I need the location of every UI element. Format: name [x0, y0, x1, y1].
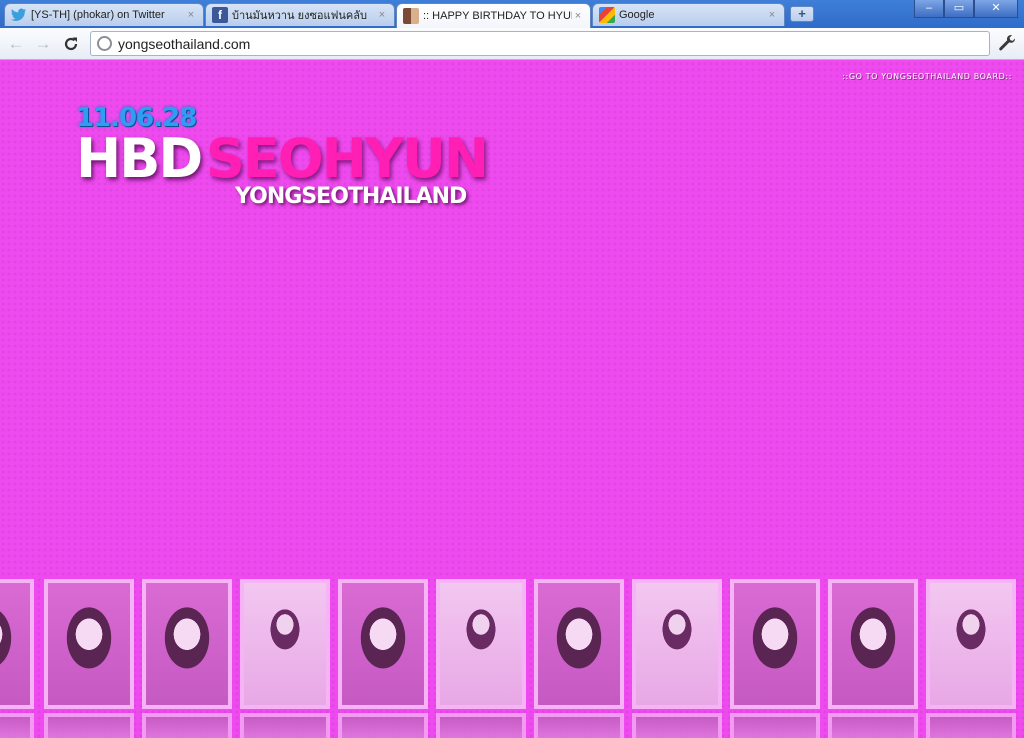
browser-toolbar: ← → yongseothailand.com [0, 28, 1024, 60]
address-bar[interactable]: yongseothailand.com [90, 31, 990, 56]
globe-icon [97, 36, 112, 51]
google-icon [599, 7, 615, 23]
wrench-icon [999, 34, 1016, 51]
photo-thumbnail[interactable] [142, 579, 232, 709]
photo-gallery [0, 579, 1024, 738]
forward-button[interactable]: → [33, 34, 53, 54]
new-tab-button[interactable]: + [790, 6, 814, 22]
board-link[interactable]: ::GO TO YONGSEOTHAILAND BOARD:: [842, 72, 1012, 81]
name-title: SEOHYUN [206, 127, 489, 190]
close-tab-icon[interactable]: × [376, 9, 388, 21]
close-tab-icon[interactable]: × [572, 10, 584, 22]
tab-strip: [YS-TH] (phokar) on Twitter × f บ้านมันห… [0, 0, 1024, 28]
tab-title: Google [619, 9, 655, 21]
minimize-button[interactable]: – [914, 0, 944, 18]
close-window-button[interactable]: ✕ [974, 0, 1018, 18]
tab-title: [YS-TH] (phokar) on Twitter [31, 9, 165, 21]
photo-reflection [436, 713, 526, 738]
photo-thumbnail[interactable] [828, 579, 918, 709]
reload-button[interactable] [61, 34, 81, 54]
back-button[interactable]: ← [6, 34, 26, 54]
photo-reflection [730, 713, 820, 738]
url-text: yongseothailand.com [118, 35, 251, 52]
girls-favicon-icon [403, 8, 419, 24]
photo-thumbnail[interactable] [240, 579, 330, 709]
photo-reflection [142, 713, 232, 738]
photo-reflection [240, 713, 330, 738]
close-tab-icon[interactable]: × [766, 9, 778, 21]
photo-reflection [0, 713, 34, 738]
photo-thumbnail[interactable] [44, 579, 134, 709]
tab-birthday[interactable]: :: HAPPY BIRTHDAY TO HYUN × [396, 3, 591, 28]
site-title: YONGSEOTHAILAND [235, 184, 467, 209]
photo-thumbnail[interactable] [338, 579, 428, 709]
page-content: ::GO TO YONGSEOTHAILAND BOARD:: 11.06.28… [0, 61, 1024, 738]
photo-reflection [926, 713, 1016, 738]
tab-twitter[interactable]: [YS-TH] (phokar) on Twitter × [4, 3, 204, 26]
wrench-menu-button[interactable] [998, 34, 1016, 56]
photo-reflection [632, 713, 722, 738]
photo-thumbnail[interactable] [0, 579, 34, 709]
photo-thumbnail[interactable] [534, 579, 624, 709]
photo-reflection [338, 713, 428, 738]
tab-title: :: HAPPY BIRTHDAY TO HYUN [423, 10, 572, 22]
photo-thumbnail[interactable] [436, 579, 526, 709]
photo-reflection [44, 713, 134, 738]
tab-title: บ้านมันหวาน ยงซอแฟนคลับ [232, 10, 367, 22]
restore-button[interactable]: ▭ [944, 0, 974, 18]
photo-reflection [534, 713, 624, 738]
photo-reflection [828, 713, 918, 738]
close-tab-icon[interactable]: × [185, 9, 197, 21]
photo-thumbnail[interactable] [632, 579, 722, 709]
photo-thumbnail[interactable] [730, 579, 820, 709]
hbd-title: HBD [76, 127, 203, 190]
window-controls: – ▭ ✕ [914, 0, 1018, 18]
tab-google[interactable]: Google × [592, 3, 785, 26]
photo-thumbnail[interactable] [926, 579, 1016, 709]
facebook-icon: f [212, 7, 228, 23]
reload-icon [64, 37, 78, 51]
tab-facebook[interactable]: f บ้านมันหวาน ยงซอแฟนคลับ × [205, 3, 395, 26]
twitter-bird-icon [11, 7, 27, 23]
